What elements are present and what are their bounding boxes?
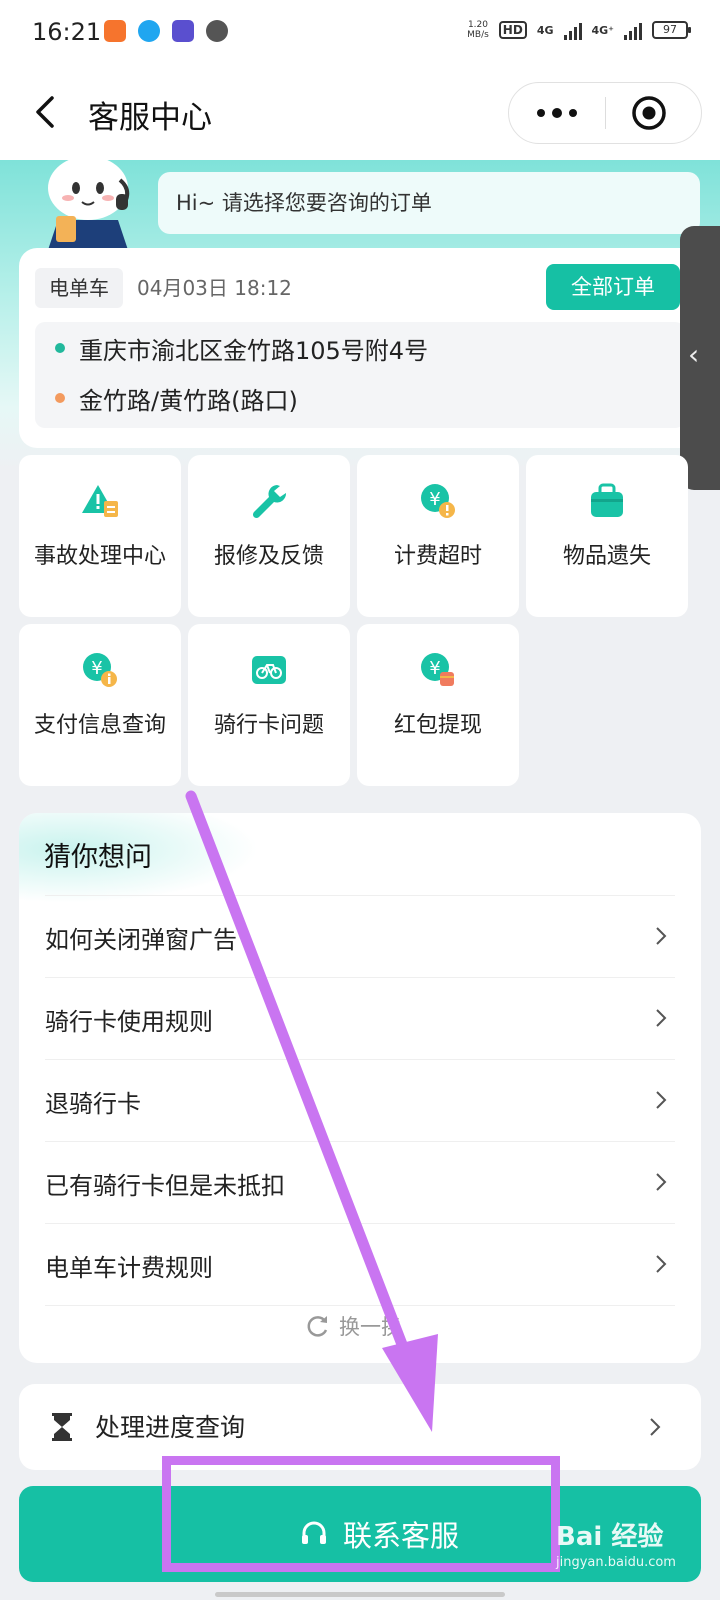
service-label: 事故处理中心 — [33, 544, 166, 569]
refresh-label: 换一换 — [339, 1315, 402, 1339]
bag-icon — [591, 483, 623, 517]
k-app-icon — [172, 20, 194, 42]
nav-header: 客服中心 — [0, 66, 720, 160]
network-speed: 1.20 MB/s — [467, 20, 489, 40]
chevron-left-icon: ‹ — [688, 338, 700, 371]
signal-label-1: 4G — [536, 23, 554, 37]
service-accident[interactable]: 事故处理中心 — [19, 455, 181, 617]
notification-icons — [104, 20, 228, 42]
service-label: 物品遗失 — [562, 544, 651, 569]
bike-card-icon — [252, 656, 286, 684]
refresh-button[interactable]: 换一换 — [305, 1311, 402, 1341]
service-riding-card[interactable]: 骑行卡问题 — [188, 624, 350, 786]
route-box: 重庆市渝北区金竹路105号附4号 金竹路/黄竹路(路口) — [35, 322, 685, 428]
network-speed-unit: MB/s — [467, 30, 489, 40]
close-miniprogram-icon[interactable] — [629, 93, 669, 133]
chevron-right-icon — [656, 927, 667, 945]
miniprogram-capsule — [508, 82, 702, 144]
faq-item[interactable]: 如何关闭弹窗广告 — [45, 895, 675, 977]
side-drawer-handle[interactable]: ‹ — [680, 226, 720, 490]
hourglass-icon — [52, 1413, 72, 1441]
yuan-coin-redpacket-icon: ¥ — [421, 653, 454, 686]
start-dot-icon — [55, 343, 65, 353]
more-menu-button[interactable] — [509, 83, 605, 143]
faq-item[interactable]: 骑行卡使用规则 — [45, 977, 675, 1059]
end-dot-icon — [55, 393, 65, 403]
service-payment-info[interactable]: ¥ 支付信息查询 — [19, 624, 181, 786]
svg-text:¥: ¥ — [429, 658, 440, 679]
faq-item[interactable]: 电单车计费规则 — [45, 1223, 675, 1305]
faq-question: 电单车计费规则 — [45, 1254, 213, 1282]
baidu-jingyan-watermark: Bai 经验 jingyan.baidu.com — [556, 1516, 676, 1570]
service-label: 骑行卡问题 — [213, 713, 324, 738]
qq-app-icon — [138, 20, 160, 42]
back-arrow-icon[interactable] — [28, 92, 68, 132]
faq-item[interactable]: 退骑行卡 — [45, 1059, 675, 1141]
warning-icon — [82, 485, 118, 517]
service-lost-items[interactable]: 物品遗失 — [526, 455, 688, 617]
watermark-brand: Bai 经验 — [556, 1522, 664, 1552]
service-redpacket-withdraw[interactable]: ¥ 红包提现 — [357, 624, 519, 786]
signal-bars-icon-2 — [624, 20, 642, 40]
svg-text:¥: ¥ — [429, 489, 440, 510]
taobao-app-icon — [104, 20, 126, 42]
page-title: 客服中心 — [88, 100, 212, 136]
progress-query-label: 处理进度查询 — [95, 1413, 246, 1442]
greeting-bubble: Hi~ 请选择您要咨询的订单 — [158, 172, 700, 234]
refresh-icon — [307, 1316, 328, 1337]
system-indicators: 1.20 MB/s HD 4G 4G⁺ 97 — [467, 20, 691, 40]
faq-item[interactable]: 已有骑行卡但是未抵扣 — [45, 1141, 675, 1223]
faq-list: 如何关闭弹窗广告 骑行卡使用规则 退骑行卡 已有骑行卡但是未抵扣 电单车计费规则 — [19, 895, 701, 1306]
all-orders-button[interactable]: 全部订单 — [546, 264, 680, 310]
battery-icon: 97 — [652, 21, 691, 39]
end-address: 金竹路/黄竹路(路口) — [79, 386, 298, 415]
chevron-right-icon — [656, 1255, 667, 1273]
watermark-site: jingyan.baidu.com — [556, 1555, 676, 1570]
customer-service-mascot-icon — [48, 156, 130, 250]
faq-question: 骑行卡使用规则 — [45, 1008, 213, 1036]
annotation-highlight-box — [162, 1456, 560, 1572]
service-label: 支付信息查询 — [33, 713, 166, 738]
service-label: 计费超时 — [393, 544, 482, 569]
faq-question: 退骑行卡 — [45, 1090, 141, 1118]
chevron-right-icon — [656, 1173, 667, 1191]
start-address: 重庆市渝北区金竹路105号附4号 — [79, 336, 429, 365]
faq-question: 已有骑行卡但是未抵扣 — [45, 1172, 285, 1200]
capsule-divider — [605, 97, 606, 129]
chevron-right-icon — [656, 1091, 667, 1109]
service-billing-overtime[interactable]: ¥ 计费超时 — [357, 455, 519, 617]
faq-list-end-divider — [45, 1305, 675, 1306]
yuan-coin-info-icon: ¥ — [83, 653, 117, 687]
wrench-icon — [252, 485, 287, 519]
status-time: 16:21 — [32, 18, 102, 46]
more-dot-icon — [537, 109, 545, 117]
more-dot-icon — [569, 109, 577, 117]
network-speed-value: 1.20 — [467, 20, 488, 30]
wechat-app-icon — [206, 20, 228, 42]
signal-label-2: 4G⁺ — [591, 23, 615, 37]
end-address-row: 金竹路/黄竹路(路口) — [55, 378, 298, 418]
faq-card: 猜你想问 如何关闭弹窗广告 骑行卡使用规则 退骑行卡 已有骑行卡但是未抵扣 电单… — [19, 813, 701, 1363]
faq-question: 如何关闭弹窗广告 — [45, 926, 237, 954]
start-address-row: 重庆市渝北区金竹路105号附4号 — [55, 328, 428, 368]
status-bar: 16:21 1.20 MB/s HD 4G 4G⁺ 97 — [0, 0, 720, 66]
order-time: 04月03日 18:12 — [137, 276, 292, 300]
signal-bars-icon — [563, 20, 582, 40]
service-repair-feedback[interactable]: 报修及反馈 — [188, 455, 350, 617]
home-indicator[interactable] — [215, 1592, 505, 1597]
more-dot-icon — [552, 108, 562, 118]
order-card[interactable]: 电单车 04月03日 18:12 全部订单 重庆市渝北区金竹路105号附4号 金… — [19, 248, 701, 448]
service-label: 报修及反馈 — [213, 544, 324, 569]
svg-text:¥: ¥ — [91, 658, 102, 679]
hd-voice-icon: HD — [498, 21, 527, 39]
faq-title: 猜你想问 — [44, 842, 152, 873]
chevron-right-icon — [656, 1009, 667, 1027]
yuan-coin-alert-icon: ¥ — [421, 484, 455, 518]
chevron-right-icon — [650, 1418, 661, 1436]
vehicle-type-tag: 电单车 — [35, 268, 123, 308]
service-label: 红包提现 — [393, 713, 482, 738]
